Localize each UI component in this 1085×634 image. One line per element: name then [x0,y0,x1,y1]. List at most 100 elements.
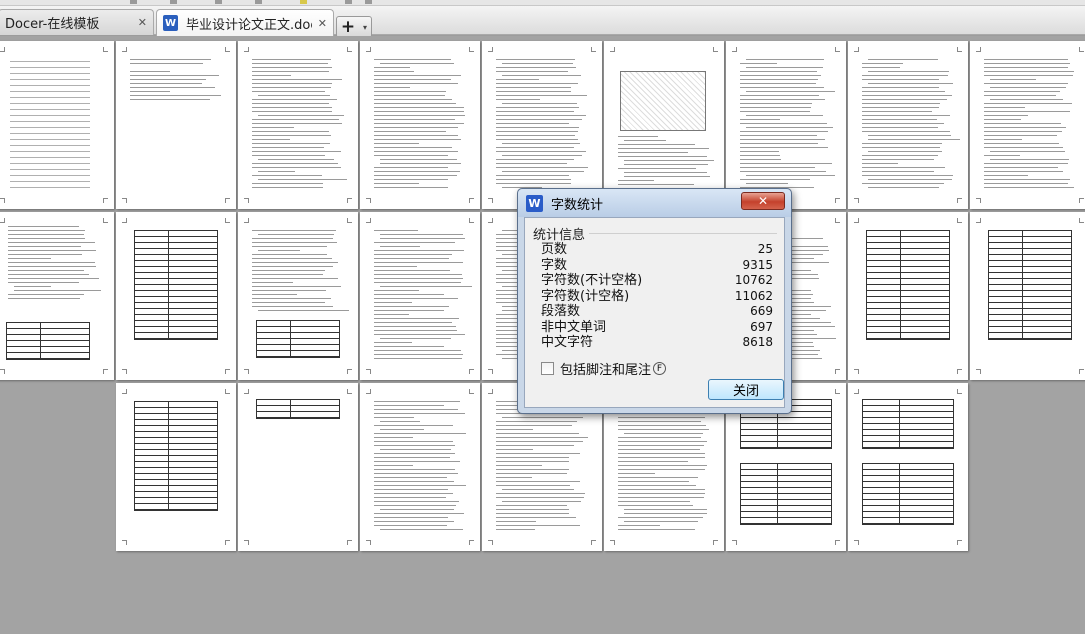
table [988,230,1072,340]
text-line [252,147,324,148]
margin-mark [957,198,962,203]
text-line [252,123,343,124]
text-line [374,135,459,136]
text-line [374,139,462,140]
stats-list: 页数 25 字数 9315 字符数(不计空格) 10762 字符数(计空格) 11062… [541,242,773,351]
text-line [374,457,450,458]
page-thumbnail[interactable] [116,383,236,551]
table [866,230,950,340]
text-line [380,429,424,430]
close-icon[interactable]: ✕ [318,17,327,30]
new-tab-button[interactable]: + ▾ [336,16,372,38]
text-line [618,525,660,526]
margin-mark [244,47,249,52]
margin-mark [103,369,108,374]
stat-label: 段落数 [541,304,581,319]
checkbox-box[interactable] [541,362,554,375]
page-thumbnail[interactable] [848,383,968,551]
text-line [380,246,420,247]
text-line [374,91,446,92]
text-line [862,75,948,76]
page-thumbnail[interactable] [116,212,236,380]
margin-mark [835,540,840,545]
text-line [862,143,942,144]
page-thumbnail[interactable] [360,383,480,551]
text-line [252,270,325,271]
text-line [862,115,951,116]
toc-line [10,151,90,152]
page-thumbnail[interactable] [238,41,358,209]
margin-mark [122,369,127,374]
toc-line [10,181,90,182]
dialog-titlebar[interactable]: W 字数统计 ✕ [518,189,791,217]
page-thumbnail[interactable] [848,212,968,380]
text-line [740,143,819,144]
text-line [984,135,1057,136]
page-thumbnail[interactable] [482,41,602,209]
margin-mark [1079,369,1084,374]
page-thumbnail[interactable] [0,41,114,209]
page-thumbnail[interactable] [726,41,846,209]
margin-mark [122,198,127,203]
text-line [862,155,939,156]
toc-line [10,73,90,74]
margin-mark [347,198,352,203]
text-line [252,87,331,88]
text-line [990,151,1065,152]
toc-line [10,169,90,170]
page-thumbnail[interactable] [604,41,724,209]
page-thumbnail[interactable] [0,212,114,380]
margin-mark [610,47,615,52]
page-thumbnail[interactable] [116,41,236,209]
text-line [374,230,419,231]
text-line [746,59,824,60]
toolbar-mark [300,0,307,4]
text-line [862,183,944,184]
text-line [252,127,295,128]
close-dialog-button[interactable]: 关闭 [708,379,784,400]
text-line [862,147,940,148]
toolbar-mark [215,0,222,4]
text-line [252,238,333,239]
page-thumbnail[interactable] [360,41,480,209]
text-line [374,274,463,275]
page-thumbnail[interactable] [970,212,1085,380]
table [134,401,218,511]
text-line [862,99,947,100]
text-line [862,63,904,64]
page-thumbnail[interactable] [848,41,968,209]
text-line [862,91,945,92]
text-line [618,497,705,498]
tab-document[interactable]: W 毕业设计论文正文.doc ✕ [156,9,334,36]
dialog-close-button[interactable]: ✕ [741,192,785,210]
tab-docer-templates[interactable]: Docer-在线模板 ✕ [0,9,154,35]
text-line [14,290,102,291]
page-thumbnail[interactable] [360,212,480,380]
text-line [374,497,446,498]
margin-mark [244,369,249,374]
text-line [380,238,466,239]
text-line [374,270,450,271]
table [256,320,340,358]
margin-mark [122,389,127,394]
stat-value: 10762 [734,273,773,287]
margin-mark [225,369,230,374]
chevron-down-icon[interactable]: ▾ [363,23,367,32]
text-line [496,147,575,148]
text-line [252,59,332,60]
page-thumbnail[interactable] [238,212,358,380]
margin-mark [366,198,371,203]
margin-mark [957,369,962,374]
table-row [135,504,217,510]
text-line [990,99,1063,100]
margin-mark [854,47,859,52]
page-thumbnail[interactable] [970,41,1085,209]
text-line [496,465,542,466]
close-icon[interactable]: ✕ [138,16,147,29]
page-thumbnail[interactable] [238,383,358,551]
text-line [252,306,334,307]
include-footnotes-checkbox[interactable]: 包括脚注和尾注 F [541,359,667,378]
margin-mark [0,369,5,374]
text-line [374,151,459,152]
table [862,463,954,525]
